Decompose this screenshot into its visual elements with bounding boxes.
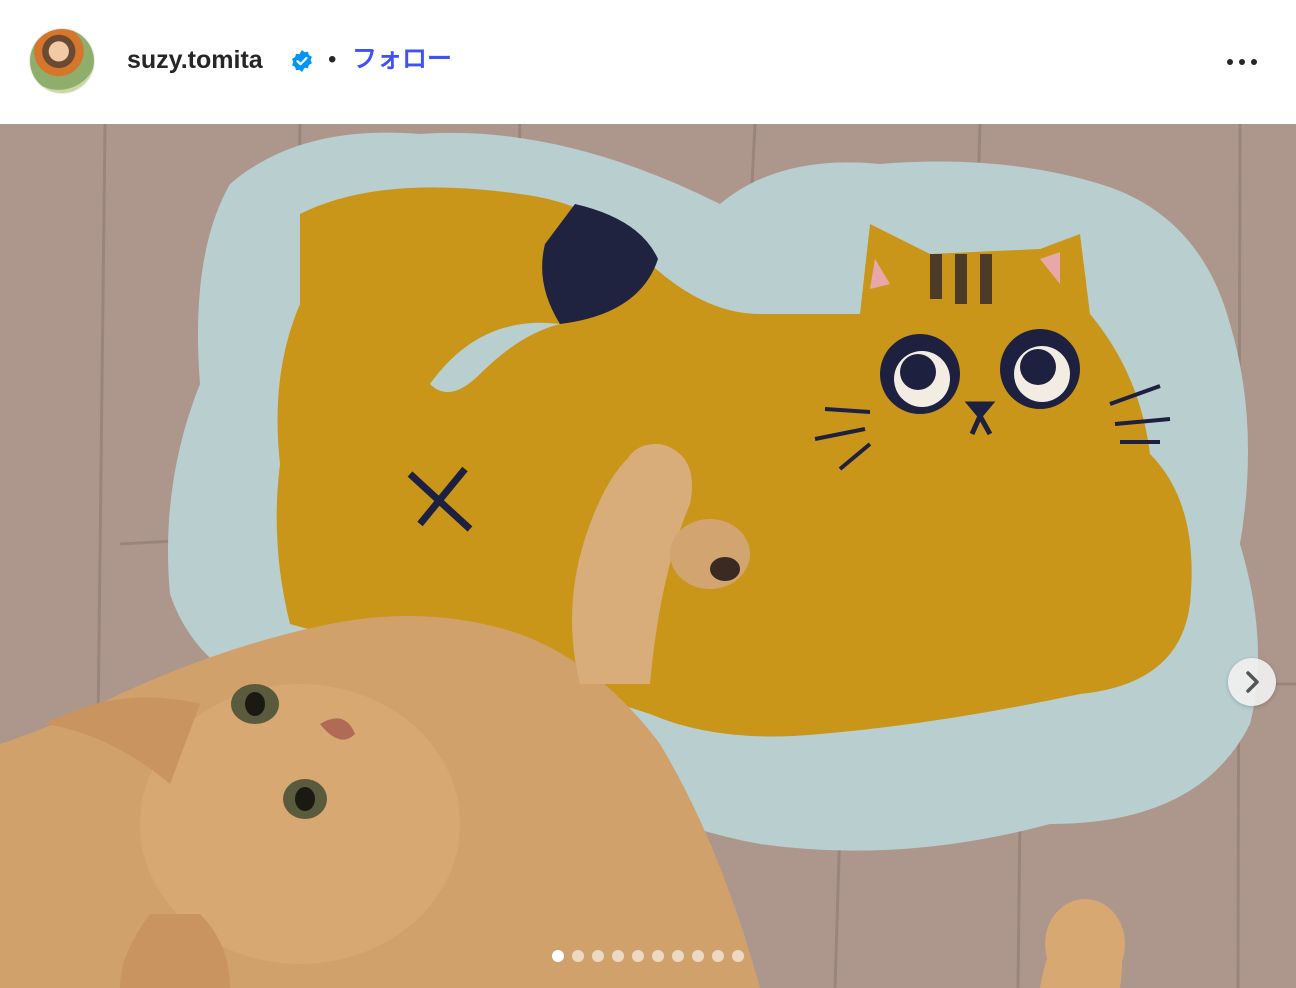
avatar[interactable] (30, 29, 94, 93)
carousel-dot[interactable] (692, 950, 704, 962)
post-header: suzy.tomita • フォロー (0, 0, 1296, 124)
verified-badge-icon (292, 50, 312, 72)
post-photo[interactable] (0, 124, 1296, 988)
separator-dot: • (328, 46, 337, 73)
chevron-right-icon (1246, 671, 1259, 693)
carousel-indicator (552, 950, 744, 962)
carousel-dot[interactable] (652, 950, 664, 962)
carousel-dot[interactable] (732, 950, 744, 962)
photo-cat-on-rug (0, 124, 1296, 988)
carousel-dot[interactable] (632, 950, 644, 962)
carousel-dot[interactable] (712, 950, 724, 962)
more-horizontal-icon[interactable] (1222, 48, 1262, 76)
next-photo-button[interactable] (1228, 658, 1276, 706)
carousel-dot[interactable] (572, 950, 584, 962)
carousel-dot[interactable] (612, 950, 624, 962)
follow-button[interactable]: フォロー (352, 43, 452, 75)
carousel-dot[interactable] (592, 950, 604, 962)
carousel-dot[interactable] (672, 950, 684, 962)
carousel-dot[interactable] (552, 950, 564, 962)
username-link[interactable]: suzy.tomita (127, 44, 263, 76)
